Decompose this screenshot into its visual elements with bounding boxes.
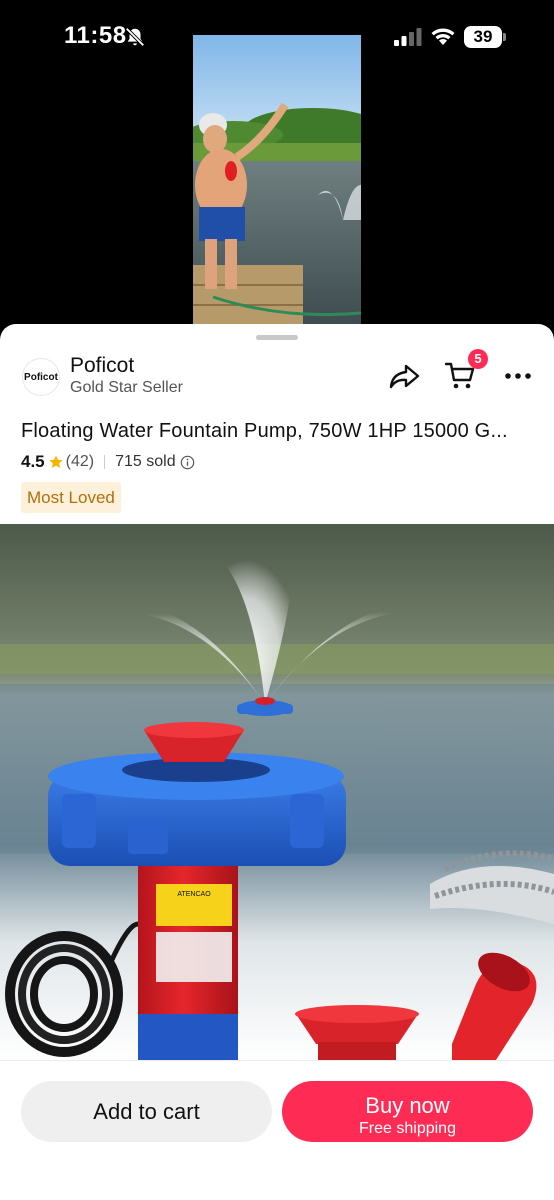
status-time: 11:58: [64, 22, 127, 49]
product-illustration: ATENCAO: [0, 524, 554, 1060]
signal-icon: [394, 28, 422, 46]
share-icon[interactable]: [388, 362, 420, 390]
product-title[interactable]: Floating Water Fountain Pump, 750W 1HP 1…: [21, 420, 535, 443]
seller-name[interactable]: Poficot: [70, 354, 134, 378]
wifi-icon: [431, 28, 455, 45]
review-count: (42): [65, 453, 95, 470]
star-icon: [48, 455, 63, 468]
buy-now-button[interactable]: Buy now Free shipping: [282, 1081, 533, 1142]
battery-level: 39: [473, 27, 493, 46]
seller-logo-text: Poficot: [24, 371, 58, 383]
video-thumbnail[interactable]: [193, 35, 361, 325]
add-to-cart-button[interactable]: Add to cart: [21, 1081, 272, 1142]
screen: 11:58 39 Poficot Poficot Gold Star Selle…: [0, 0, 554, 1200]
battery-tip: [503, 33, 506, 41]
most-loved-badge: Most Loved: [21, 482, 121, 513]
product-image[interactable]: ATENCAO: [0, 524, 554, 1060]
sold-count: 715 sold: [115, 453, 176, 470]
seller-badge: Gold Star Seller: [70, 379, 183, 396]
free-shipping-label: Free shipping: [359, 1119, 456, 1137]
bottom-action-bar: Add to cart Buy now Free shipping: [0, 1060, 554, 1200]
more-icon[interactable]: [504, 372, 532, 380]
info-icon[interactable]: [180, 455, 195, 470]
sheet-grabber[interactable]: [256, 335, 298, 340]
product-sheet: Poficot Poficot Gold Star Seller 5 Float…: [0, 324, 554, 1200]
seller-logo[interactable]: Poficot: [22, 358, 60, 396]
rating-divider: [104, 455, 106, 469]
bell-off-icon: [125, 27, 145, 47]
pump-label-text: ATENCAO: [177, 891, 211, 898]
buy-now-label: Buy now: [365, 1092, 450, 1118]
battery-icon: 39: [464, 26, 506, 48]
cart-count-badge: 5: [468, 349, 488, 369]
rating-row[interactable]: 4.5 (42) 715 sold: [21, 451, 195, 473]
video-scene: [193, 35, 361, 325]
rating-value: 4.5: [21, 452, 45, 471]
